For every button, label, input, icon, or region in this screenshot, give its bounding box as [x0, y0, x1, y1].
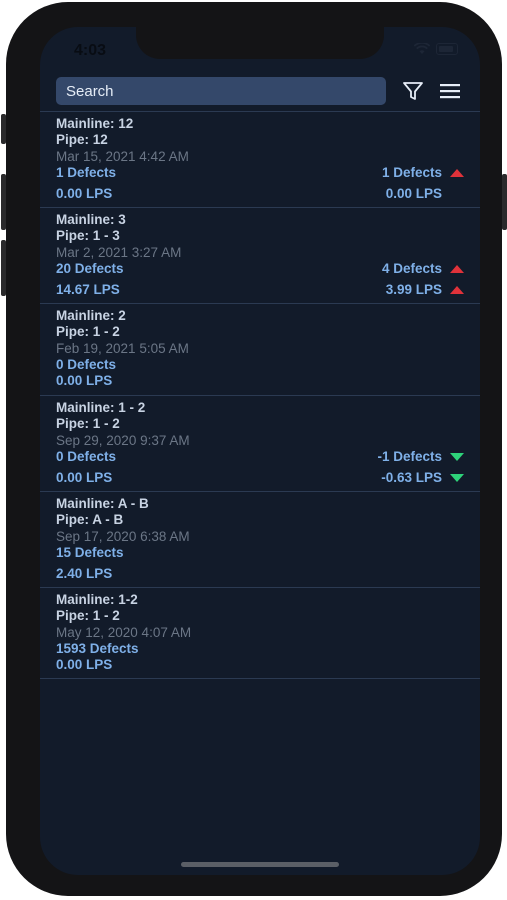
- defects-change: 4 Defects: [382, 261, 464, 276]
- notch: [136, 27, 384, 59]
- hamburger-menu-icon: [440, 84, 460, 99]
- toolbar: [40, 75, 480, 109]
- date-label: May 12, 2020 4:07 AM: [56, 625, 192, 640]
- status-time: 4:03: [74, 42, 107, 59]
- search-input[interactable]: [56, 77, 386, 105]
- status-icons: [414, 43, 458, 55]
- date-label: Sep 17, 2020 6:38 AM: [56, 529, 190, 544]
- list-item[interactable]: Mainline: 1 - 2 Pipe: 1 - 2 Sep 29, 2020…: [40, 395, 480, 491]
- mainline-list: Mainline: 12 Pipe: 12 Mar 15, 2021 4:42 …: [40, 111, 480, 679]
- mainline-label: Mainline: 1 - 2: [56, 400, 146, 415]
- filter-button[interactable]: [400, 78, 426, 104]
- mainline-label: Mainline: 1-2: [56, 592, 138, 607]
- pipe-label: Pipe: 1 - 2: [56, 324, 120, 339]
- trend-down-icon: [450, 473, 464, 482]
- lps-change: -0.63 LPS: [381, 470, 464, 485]
- pipe-label: Pipe: A - B: [56, 512, 124, 527]
- app-screen: 4:03 Search Mainline: 12 Pipe: 12 Mar 15…: [40, 27, 480, 875]
- pipe-label: Pipe: 1 - 2: [56, 608, 120, 623]
- battery-icon: [436, 43, 458, 55]
- defects-change-label: -1 Defects: [377, 449, 442, 464]
- lps-value: 0.00 LPS: [56, 186, 113, 201]
- defects-count: 0 Defects: [56, 357, 117, 372]
- lps-value: 0.00 LPS: [56, 657, 113, 672]
- lps-change-label: 3.99 LPS: [385, 282, 442, 297]
- defects-count: 0 Defects: [56, 449, 117, 464]
- defects-change: -1 Defects: [377, 449, 464, 464]
- lps-value: 2.40 LPS: [56, 566, 113, 581]
- trend-up-icon: [450, 168, 464, 177]
- menu-button[interactable]: [437, 78, 463, 104]
- trend-down-icon: [450, 452, 464, 461]
- list-item[interactable]: Mainline: 3 Pipe: 1 - 3 Mar 2, 2021 3:27…: [40, 207, 480, 303]
- lps-change-label: -0.63 LPS: [381, 470, 442, 485]
- mainline-label: Mainline: 12: [56, 116, 134, 131]
- defects-change: 1 Defects: [382, 165, 464, 180]
- defects-change-label: 4 Defects: [381, 261, 442, 276]
- list-item[interactable]: Mainline: 12 Pipe: 12 Mar 15, 2021 4:42 …: [40, 111, 480, 207]
- filter-icon: [403, 82, 423, 100]
- mute-switch: [1, 114, 6, 144]
- pipe-label: Pipe: 12: [56, 132, 108, 147]
- date-label: Mar 2, 2021 3:27 AM: [56, 245, 182, 260]
- lps-change: 0.00 LPS: [386, 186, 442, 201]
- mainline-label: Mainline: A - B: [56, 496, 149, 511]
- lps-value: 0.00 LPS: [56, 373, 113, 388]
- lps-change: 3.99 LPS: [386, 282, 464, 297]
- pipe-label: Pipe: 1 - 2: [56, 416, 120, 431]
- lps-change-label: 0.00 LPS: [385, 186, 442, 201]
- home-indicator[interactable]: [181, 862, 339, 867]
- lps-value: 0.00 LPS: [56, 470, 113, 485]
- list-item[interactable]: Mainline: A - B Pipe: A - B Sep 17, 2020…: [40, 491, 480, 587]
- power-button: [502, 174, 507, 230]
- defects-count: 1 Defects: [56, 165, 117, 180]
- volume-down-button: [1, 240, 6, 296]
- volume-up-button: [1, 174, 6, 230]
- trend-up-icon: [450, 264, 464, 273]
- date-label: Mar 15, 2021 4:42 AM: [56, 149, 189, 164]
- list-item[interactable]: Mainline: 2 Pipe: 1 - 2 Feb 19, 2021 5:0…: [40, 303, 480, 395]
- mainline-label: Mainline: 2: [56, 308, 126, 323]
- defects-change-label: 1 Defects: [381, 165, 442, 180]
- phone-frame: 4:03 Search Mainline: 12 Pipe: 12 Mar 15…: [1, 2, 507, 896]
- defects-count: 1593 Defects: [56, 641, 139, 656]
- list-item[interactable]: Mainline: 1-2 Pipe: 1 - 2 May 12, 2020 4…: [40, 587, 480, 679]
- defects-count: 20 Defects: [56, 261, 124, 276]
- mainline-label: Mainline: 3: [56, 212, 126, 227]
- trend-up-icon: [450, 285, 464, 294]
- defects-count: 15 Defects: [56, 545, 124, 560]
- wifi-icon: [414, 43, 430, 54]
- lps-value: 14.67 LPS: [56, 282, 120, 297]
- date-label: Sep 29, 2020 9:37 AM: [56, 433, 190, 448]
- date-label: Feb 19, 2021 5:05 AM: [56, 341, 189, 356]
- pipe-label: Pipe: 1 - 3: [56, 228, 120, 243]
